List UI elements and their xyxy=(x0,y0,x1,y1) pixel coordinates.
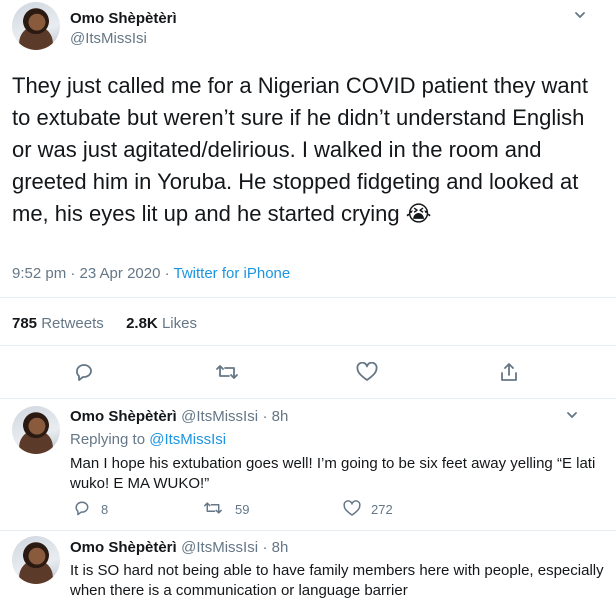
avatar[interactable] xyxy=(12,2,60,50)
author-handle[interactable]: @ItsMissIsi xyxy=(181,408,258,425)
author-name[interactable]: Omo Shèpètèrì xyxy=(70,10,177,27)
like-button[interactable] xyxy=(343,500,361,522)
divider xyxy=(0,530,616,531)
like-icon xyxy=(356,361,378,381)
reply-icon xyxy=(76,364,92,381)
divider xyxy=(0,345,616,346)
reply-button[interactable] xyxy=(73,361,95,388)
reply-text: Man I hope his extubation goes well! I’m… xyxy=(70,455,596,492)
share-button[interactable] xyxy=(498,361,520,388)
tweet-source-link[interactable]: Twitter for iPhone xyxy=(174,265,291,282)
likes-count[interactable]: 2.8K xyxy=(126,315,158,332)
retweet-count: 59 xyxy=(235,502,250,517)
author-handle[interactable]: @ItsMissIsi xyxy=(70,30,147,47)
tweet-text: They just called me for a Nigerian COVID… xyxy=(12,73,588,226)
retweet-button[interactable] xyxy=(215,361,239,388)
likes-label[interactable]: Likes xyxy=(162,315,197,332)
author-name[interactable]: Omo Shèpètèrì xyxy=(70,408,177,425)
tweet-age[interactable]: · 8h xyxy=(263,539,289,556)
like-icon xyxy=(343,500,361,516)
author-name[interactable]: Omo Shèpètèrì xyxy=(70,539,177,556)
retweet-icon xyxy=(204,502,222,514)
reply-header: Omo Shèpètèrì @ItsMissIsi · 8h xyxy=(70,408,288,426)
chevron-down-icon[interactable] xyxy=(573,8,587,25)
reply-count: 8 xyxy=(101,502,109,517)
retweets-label[interactable]: Retweets xyxy=(41,315,104,332)
divider xyxy=(0,297,616,298)
reply-header: Omo Shèpètèrì @ItsMissIsi · 8h xyxy=(70,539,288,557)
avatar[interactable] xyxy=(12,536,60,584)
retweet-button[interactable] xyxy=(203,499,223,522)
tweet-timestamp: 9:52 pm · 23 Apr 2020 · Twitter for iPho… xyxy=(12,265,290,282)
tweet-time[interactable]: 9:52 pm · 23 Apr 2020 · xyxy=(12,265,174,282)
divider xyxy=(0,398,616,399)
tweet-age[interactable]: · 8h xyxy=(263,408,289,425)
replying-to-link[interactable]: @ItsMissIsi xyxy=(149,431,226,448)
share-icon xyxy=(501,363,517,381)
replying-to-prefix: Replying to xyxy=(70,431,150,448)
replying-to: Replying to @ItsMissIsi xyxy=(70,431,226,448)
retweet-icon xyxy=(216,365,238,379)
author-handle[interactable]: @ItsMissIsi xyxy=(181,539,258,556)
chevron-down-icon[interactable] xyxy=(565,408,579,425)
like-button[interactable] xyxy=(356,361,378,387)
like-count: 272 xyxy=(371,502,393,517)
avatar[interactable] xyxy=(12,406,60,454)
reply-button[interactable] xyxy=(73,499,91,522)
reply-text: It is SO hard not being able to have fam… xyxy=(70,562,604,599)
tweet-stats: 785 Retweets 2.8K Likes xyxy=(12,315,197,332)
reply-icon xyxy=(75,501,89,516)
retweets-count[interactable]: 785 xyxy=(12,315,37,332)
